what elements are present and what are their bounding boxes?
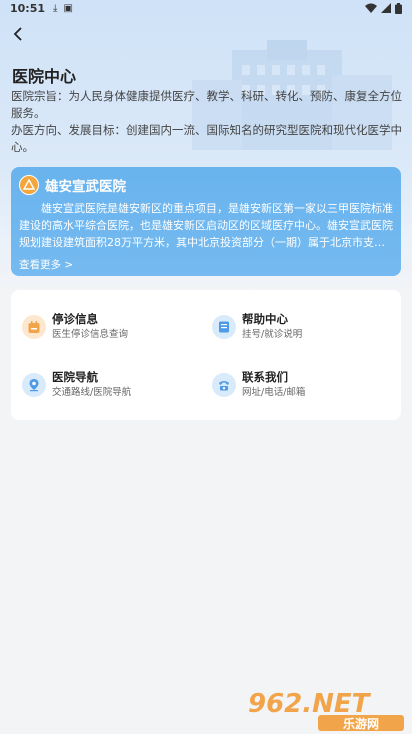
download-icon: ⤓ — [53, 2, 58, 14]
mission-text: 医院宗旨：为人民身体健康提供医疗、教学、科研、转化、预防、康复全方位服务。 — [11, 89, 402, 120]
calendar-icon — [22, 314, 46, 339]
hospital-intro: 医院宗旨：为人民身体健康提供医疗、教学、科研、转化、预防、康复全方位服务。 办医… — [11, 88, 403, 156]
notification-icon: ▣ — [63, 2, 73, 14]
hospital-logo-icon — [19, 175, 39, 195]
service-subtitle: 网址/电话/邮箱 — [242, 387, 306, 398]
signal-icon — [381, 3, 391, 13]
service-title: 停诊信息 — [52, 312, 98, 326]
service-subtitle: 医生停诊信息查询 — [52, 329, 129, 340]
status-time: 10:51 — [10, 1, 46, 15]
page-title: 医院中心 — [12, 67, 77, 86]
watermark-brand: 962.NET — [248, 689, 372, 719]
hospital-card[interactable]: 雄安宣武医院 雄安宣武医院是雄安新区的重点项目，是雄安新区第一家以三甲医院标准建… — [11, 167, 401, 276]
service-title: 帮助中心 — [242, 312, 288, 326]
service-subtitle: 交通路线/医院导航 — [52, 387, 132, 398]
phone-icon — [212, 372, 236, 397]
site-watermark: 962.NET 乐游网 — [246, 686, 406, 732]
battery-icon — [395, 2, 402, 14]
service-suspension-info[interactable]: 停诊信息 医生停诊信息查询 — [22, 312, 128, 341]
service-help-center[interactable]: 帮助中心 挂号/就诊说明 — [212, 312, 302, 341]
service-title: 联系我们 — [242, 370, 288, 384]
location-pin-icon — [22, 372, 46, 397]
service-subtitle: 挂号/就诊说明 — [242, 329, 303, 340]
hospital-description: 雄安宣武医院是雄安新区的重点项目，是雄安新区第一家以三甲医院标准建设的高水平综合… — [19, 202, 393, 249]
chevron-left-icon — [13, 27, 22, 41]
watermark-site: 乐游网 — [343, 716, 379, 731]
service-title: 医院导航 — [52, 370, 98, 384]
help-book-icon — [212, 314, 236, 339]
services-card: 停诊信息 医生停诊信息查询 帮助中心 挂号/就诊说明 医院导航 交通路线/医院导… — [11, 290, 401, 420]
status-bar: 10:51 ⤓ ▣ — [0, 0, 412, 16]
wifi-icon — [365, 3, 377, 13]
service-hospital-navigation[interactable]: 医院导航 交通路线/医院导航 — [22, 370, 131, 399]
see-more-link[interactable]: 查看更多 > — [19, 257, 73, 272]
service-contact-us[interactable]: 联系我们 网址/电话/邮箱 — [212, 370, 305, 399]
hospital-name: 雄安宣武医院 — [45, 179, 126, 195]
goal-text: 办医方向、发展目标：创建国内一流、国际知名的研究型医院和现代化医学中心。 — [11, 123, 402, 154]
back-button[interactable] — [6, 22, 30, 46]
